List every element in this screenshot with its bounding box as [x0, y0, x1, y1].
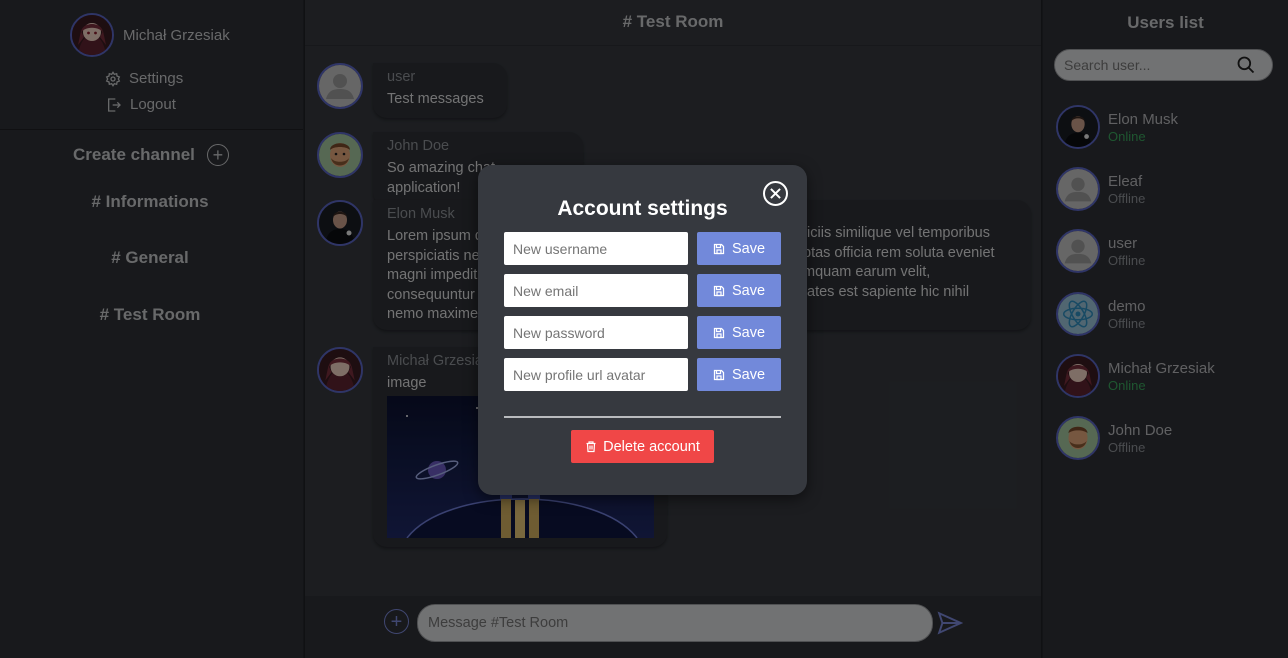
new-email-field[interactable] [504, 274, 688, 307]
chat-app: Michał Grzesiak Settings Logout Create c… [0, 0, 1288, 658]
email-row: Save [504, 274, 781, 307]
floppy-disk-icon [713, 369, 725, 380]
divider [504, 416, 781, 418]
save-email-button[interactable]: Save [697, 274, 781, 307]
save-password-button[interactable]: Save [697, 316, 781, 349]
save-avatar-button[interactable]: Save [697, 358, 781, 391]
floppy-disk-icon [713, 243, 725, 254]
username-row: Save [504, 232, 781, 265]
floppy-disk-icon [713, 327, 725, 338]
modal-title: Account settings [557, 197, 728, 220]
trash-icon [586, 441, 596, 453]
new-avatar-url-field[interactable] [504, 358, 688, 391]
avatar-url-row: Save [504, 358, 781, 391]
save-label: Save [731, 282, 766, 299]
save-label: Save [731, 366, 766, 383]
delete-account-button[interactable]: Delete account [571, 430, 714, 463]
account-settings-modal: Account settings Save Save Save [478, 165, 807, 495]
save-username-button[interactable]: Save [697, 232, 781, 265]
delete-account-label: Delete account [603, 438, 700, 455]
new-password-field[interactable] [504, 316, 688, 349]
new-username-field[interactable] [504, 232, 688, 265]
password-row: Save [504, 316, 781, 349]
save-label: Save [731, 324, 766, 341]
save-label: Save [731, 240, 766, 257]
floppy-disk-icon [713, 285, 725, 296]
